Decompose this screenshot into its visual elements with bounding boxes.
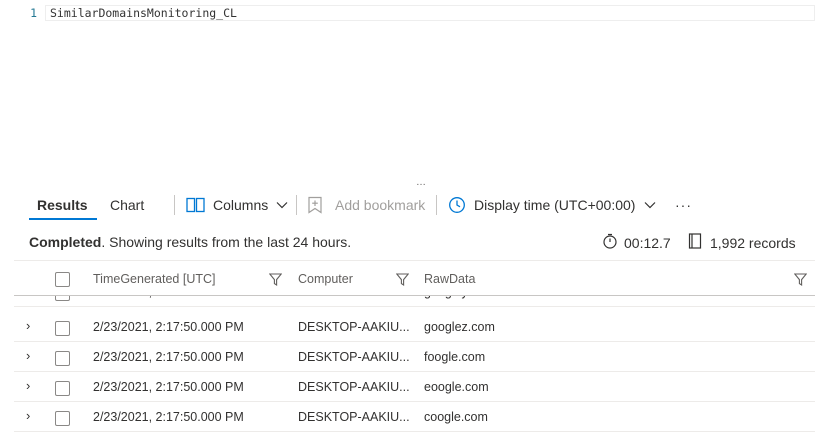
status-detail: . Showing results from the last 24 hours… <box>101 234 352 250</box>
cell-rawdata: coogle.com <box>424 410 488 424</box>
cell-timegenerated: 2/23/2021, 2:17:50.000 PM <box>93 320 244 334</box>
toolbar-divider <box>436 195 437 215</box>
records-value: 1,992 records <box>710 235 796 251</box>
expand-row-icon[interactable]: › <box>26 319 30 333</box>
table-row[interactable]: › 2/23/2021, 2:17:50.000 PM DESKTOP-AAKI… <box>14 342 815 372</box>
columns-label: Columns <box>213 197 269 213</box>
cell-timegenerated: 2/23/2021, 2:17:50.000 PM <box>93 350 244 364</box>
cell-rawdata: foogle.com <box>424 350 486 364</box>
bookmark-icon <box>307 196 323 214</box>
completed-label: Completed <box>29 234 102 250</box>
active-tab-indicator <box>29 218 97 220</box>
chevron-down-icon <box>644 201 656 209</box>
row-checkbox[interactable] <box>55 321 70 336</box>
cell-computer: DESKTOP-AAKIU... <box>298 320 410 334</box>
add-bookmark-label: Add bookmark <box>335 197 426 213</box>
display-time-label: Display time (UTC+00:00) <box>474 197 636 213</box>
duration-value: 00:12.7 <box>624 235 671 251</box>
row-checkbox[interactable] <box>55 411 70 426</box>
chevron-down-icon <box>276 201 288 209</box>
query-text[interactable]: SimilarDomainsMonitoring_CL <box>50 5 237 21</box>
cell-rawdata: eoogle.com <box>424 380 489 394</box>
editor-line[interactable]: 1 SimilarDomainsMonitoring_CL <box>0 5 815 21</box>
stopwatch-icon <box>602 233 618 253</box>
cell-computer: DESKTOP-AAKIU... <box>298 380 410 394</box>
columns-icon <box>186 197 206 213</box>
columns-button[interactable]: Columns <box>186 196 288 214</box>
column-header-rawdata[interactable]: RawData <box>424 271 475 287</box>
cell-rawdata: googlez.com <box>424 320 495 334</box>
tab-chart[interactable]: Chart <box>110 196 144 214</box>
toolbar-divider <box>174 195 175 215</box>
filter-icon[interactable] <box>268 273 283 291</box>
grid-body: › 2/23/2021, 2:17:50.000 PM DESKTOP-AAKI… <box>14 284 815 434</box>
row-checkbox[interactable] <box>55 351 70 366</box>
display-time-dropdown[interactable]: Display time (UTC+00:00) <box>448 196 656 214</box>
column-header-computer[interactable]: Computer <box>298 271 353 287</box>
query-editor[interactable]: 1 SimilarDomainsMonitoring_CL <box>0 0 815 180</box>
row-checkbox[interactable] <box>55 381 70 396</box>
line-number: 1 <box>30 6 37 20</box>
add-bookmark-button[interactable]: Add bookmark <box>307 196 425 214</box>
cell-timegenerated: 2/23/2021, 2:17:50.000 PM <box>93 380 244 394</box>
results-toolbar: Results Chart Columns Add bookmark Displ… <box>0 186 815 222</box>
clock-icon <box>448 196 466 214</box>
column-header-timegenerated[interactable]: TimeGenerated [UTC] <box>93 271 216 287</box>
grid-header: TimeGenerated [UTC] Computer RawData <box>14 260 815 296</box>
expand-row-icon[interactable]: › <box>26 409 30 423</box>
status-message: Completed. Showing results from the last… <box>29 233 351 251</box>
record-count: 1,992 records <box>688 233 796 253</box>
expand-row-icon[interactable]: › <box>26 349 30 363</box>
cell-computer: DESKTOP-AAKIU... <box>298 410 410 424</box>
table-row[interactable]: › 2/23/2021, 2:17:50.000 PM DESKTOP-AAKI… <box>14 312 815 342</box>
tab-results[interactable]: Results <box>37 196 88 214</box>
results-grid: TimeGenerated [UTC] Computer RawData › 2… <box>14 260 815 434</box>
table-row[interactable]: › 2/23/2021, 2:17:50.000 PM DESKTOP-AAKI… <box>14 402 815 432</box>
cell-computer: DESKTOP-AAKIU... <box>298 350 410 364</box>
filter-icon[interactable] <box>793 273 808 291</box>
filter-icon[interactable] <box>395 273 410 291</box>
expand-row-icon[interactable]: › <box>26 379 30 393</box>
select-all-checkbox[interactable] <box>55 272 70 287</box>
more-options-button[interactable]: ··· <box>675 196 692 214</box>
toolbar-divider <box>296 195 297 215</box>
query-duration: 00:12.7 <box>602 233 671 253</box>
records-icon <box>688 233 702 253</box>
table-row[interactable]: › 2/23/2021, 2:17:50.000 PM DESKTOP-AAKI… <box>14 372 815 402</box>
cell-timegenerated: 2/23/2021, 2:17:50.000 PM <box>93 410 244 424</box>
status-bar: Completed. Showing results from the last… <box>0 222 815 260</box>
